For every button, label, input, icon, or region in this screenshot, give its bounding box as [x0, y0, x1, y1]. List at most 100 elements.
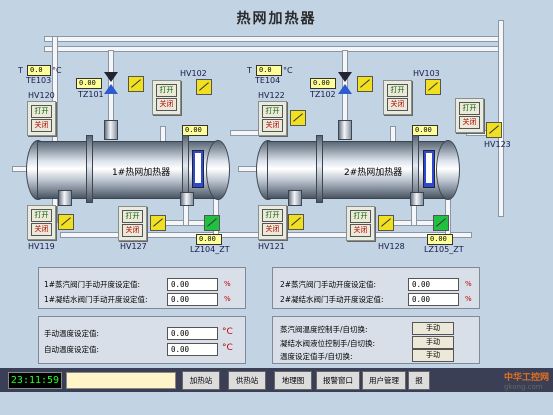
hv122-control: 打开 关闭 — [258, 101, 287, 136]
clock-display: 23:11:59 — [8, 372, 62, 389]
steam-valve-2-icon[interactable] — [338, 72, 352, 96]
hv123-open-button[interactable]: 打开 — [459, 102, 480, 115]
mode-cond-button[interactable]: 手动 — [412, 336, 454, 349]
s2-steam-input[interactable]: 0.00 — [408, 278, 459, 291]
te104-tag: TE104 — [255, 76, 281, 85]
watermark-logo: 中华工控网 gkong.com — [503, 373, 549, 391]
hv121-open-button[interactable]: 打开 — [262, 209, 283, 222]
hv103-indicator[interactable] — [425, 79, 441, 95]
nav-map-button[interactable]: 地理图 — [274, 371, 312, 390]
heater1-level-gauge — [192, 150, 204, 188]
heater2-name: 2#热网加热器 — [344, 168, 403, 178]
hmi-screen: { "title": "热网加热器", "units": {"temp": "°… — [0, 0, 553, 415]
nav-supply-station-button[interactable]: 供热站 — [228, 371, 266, 390]
s1-steam-unit: % — [224, 280, 231, 288]
lz104-indicator[interactable] — [204, 215, 220, 231]
heater2-level-gauge — [423, 150, 435, 188]
nav-report-button[interactable]: 报 — [408, 371, 430, 390]
temp-manual-input[interactable]: 0.00 — [167, 327, 218, 340]
mode-steam-label: 蒸汽阀温度控制手/自切换: — [280, 325, 368, 334]
hv119-open-button[interactable]: 打开 — [31, 209, 52, 222]
lz104-value: 0.00 — [196, 234, 222, 245]
hv103-tag: HV103 — [413, 69, 440, 78]
hv102-close-button[interactable]: 关闭 — [156, 98, 177, 111]
page-title: 热网加热器 — [236, 11, 317, 27]
hv102-control: 打开 关闭 — [152, 80, 181, 115]
s1-cond-label: 1#凝结水阀门手动开度设定值: — [44, 295, 148, 304]
hv123-indicator[interactable] — [486, 122, 502, 138]
te103-value: 0.0 — [27, 65, 51, 76]
hv121-control: 打开 关闭 — [258, 205, 287, 240]
s2-cond-unit: % — [465, 295, 472, 303]
mode-temp-button[interactable]: 手动 — [412, 349, 454, 362]
hv120-tag: HV120 — [28, 91, 55, 100]
te104-value: 0.0 — [256, 65, 282, 76]
hv122-tag: HV122 — [258, 91, 285, 100]
hv120-open-button[interactable]: 打开 — [31, 105, 52, 118]
tz101-tag: TZ101 — [78, 90, 104, 99]
hv120-close-button[interactable]: 关闭 — [31, 119, 52, 132]
te103-unit: °C — [52, 66, 62, 75]
temp-auto-label: 自动温度设定值: — [44, 345, 100, 354]
temp-auto-input[interactable]: 0.00 — [167, 343, 218, 356]
hv127-indicator[interactable] — [150, 215, 166, 231]
hv127-open-button[interactable]: 打开 — [122, 210, 143, 223]
lz105-value: 0.00 — [427, 234, 453, 245]
hv122-indicator[interactable] — [290, 110, 306, 126]
hv123-tag: HV123 — [484, 140, 511, 149]
s1-steam-input[interactable]: 0.00 — [167, 278, 218, 291]
heater1-level-nozzle — [180, 192, 194, 206]
top-main-pipe — [44, 36, 501, 42]
s1-steam-label: 1#蒸汽阀门手动开度设定值: — [44, 280, 141, 289]
heater2-steam-nozzle — [338, 120, 352, 140]
te103-tag: TE103 — [26, 76, 52, 85]
hv128-control: 打开 关闭 — [346, 206, 375, 241]
nav-heating-station-button[interactable]: 加热站 — [182, 371, 220, 390]
hv127-control: 打开 关闭 — [118, 206, 147, 241]
nav-alarm-window-button[interactable]: 报警窗口 — [316, 371, 360, 390]
hv102-open-button[interactable]: 打开 — [156, 84, 177, 97]
hv121-tag: HV121 — [258, 242, 285, 251]
hv121-indicator[interactable] — [288, 214, 304, 230]
hv128-indicator[interactable] — [378, 215, 394, 231]
hv103-close-button[interactable]: 关闭 — [387, 98, 408, 111]
hv120-control: 打开 关闭 — [27, 101, 56, 136]
heater1-steam-nozzle — [104, 120, 118, 140]
nav-user-management-button[interactable]: 用户管理 — [362, 371, 406, 390]
hv103-open-button[interactable]: 打开 — [387, 84, 408, 97]
right-riser-pipe — [498, 20, 504, 217]
hv119-tag: HV119 — [28, 242, 55, 251]
heater1-flange-left — [86, 135, 93, 203]
heater2-level-nozzle — [410, 192, 424, 206]
s2-steam-label: 2#蒸汽阀门手动开度设定值: — [280, 280, 377, 289]
hv127-close-button[interactable]: 关闭 — [122, 224, 143, 237]
hv102-tag: HV102 — [180, 69, 207, 78]
hv122-close-button[interactable]: 关闭 — [262, 119, 283, 132]
hv102-valve-indicator[interactable] — [196, 79, 212, 95]
mode-steam-button[interactable]: 手动 — [412, 322, 454, 335]
message-box — [66, 372, 176, 389]
heater2-flange-left — [316, 135, 323, 203]
lz104-tag: LZ104_ZT — [190, 245, 230, 254]
hv103-control: 打开 关闭 — [383, 80, 412, 115]
te104-unit: °C — [283, 66, 293, 75]
s2-cond-input[interactable]: 0.00 — [408, 293, 459, 306]
hv121-close-button[interactable]: 关闭 — [262, 223, 283, 236]
s1-cond-input[interactable]: 0.00 — [167, 293, 218, 306]
temp-manual-unit: °C — [222, 327, 233, 337]
hv128-tag: HV128 — [378, 242, 405, 251]
hv128-open-button[interactable]: 打开 — [350, 210, 371, 223]
mode-cond-label: 凝结水阀液位控制手/自切换: — [280, 339, 376, 348]
hv119-indicator[interactable] — [58, 214, 74, 230]
hv123-close-button[interactable]: 关闭 — [459, 116, 480, 129]
hv128-close-button[interactable]: 关闭 — [350, 224, 371, 237]
s2-steam-unit: % — [465, 280, 472, 288]
steam-valve-1-icon[interactable] — [104, 72, 118, 96]
hv102-indicator[interactable] — [128, 76, 144, 92]
hv103-indicator-left[interactable] — [357, 76, 373, 92]
hv127-tag: HV127 — [120, 242, 147, 251]
hv119-close-button[interactable]: 关闭 — [31, 223, 52, 236]
s2-cond-label: 2#凝结水阀门手动开度设定值: — [280, 295, 384, 304]
hv122-open-button[interactable]: 打开 — [262, 105, 283, 118]
lz105-indicator[interactable] — [433, 215, 449, 231]
